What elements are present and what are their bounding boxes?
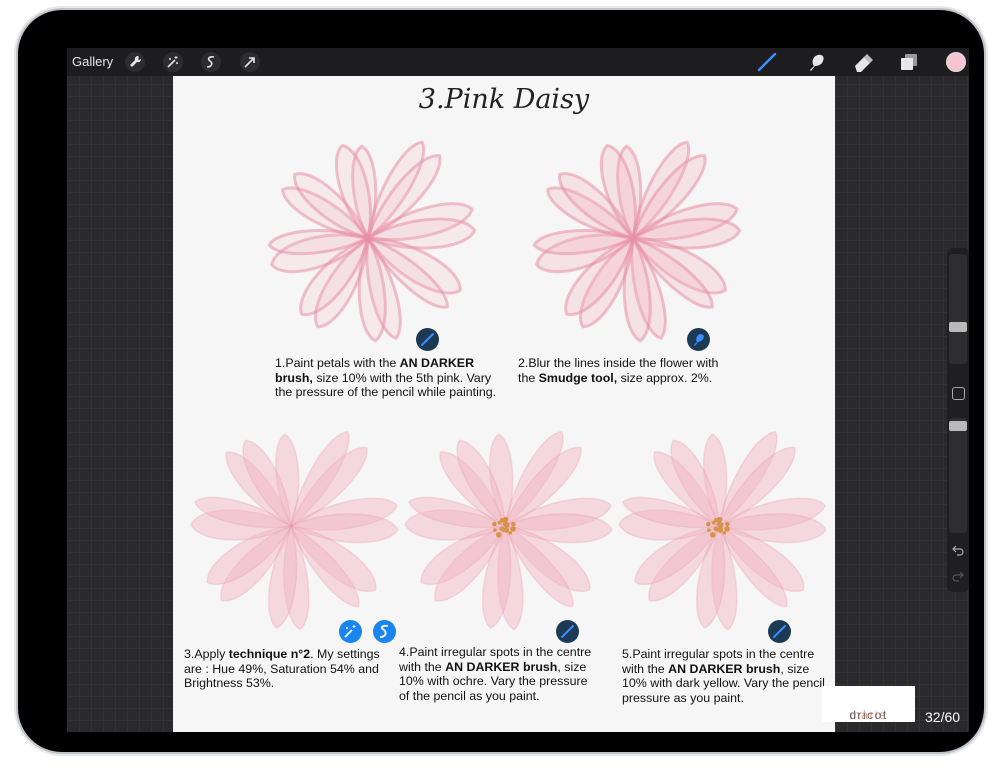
page-title: 3.Pink Daisy [418,84,590,115]
transform-arrow-icon[interactable] [240,52,260,72]
step-2-caption: 2.Blur the lines inside the flower with … [518,356,719,385]
selection-s-icon[interactable] [201,52,221,72]
brush-badge-icon [556,620,579,643]
redo-icon[interactable] [952,570,964,582]
opacity-slider[interactable] [949,418,967,533]
layers-icon[interactable] [897,51,921,73]
daisy-step-1 [267,140,477,343]
brand-logo: marie dricot [822,686,915,722]
selection-badge-icon [373,620,396,643]
brush-badge-icon [768,620,791,643]
gallery-button[interactable]: Gallery [72,54,113,69]
canvas-page[interactable]: 3.Pink Daisy 1.Paint petals with the AN … [173,76,835,732]
tablet-device: Gallery 3.Pink Daisy 1.Paint petals with… [18,10,984,752]
modify-button[interactable] [952,387,965,400]
color-picker-swatch[interactable] [946,52,966,72]
step-4-caption: 4.Paint irregular spots in the centre wi… [399,645,592,703]
brush-size-handle[interactable] [949,322,967,332]
top-toolbar: Gallery [67,48,969,76]
brush-badge-icon [416,328,439,351]
procreate-screen: Gallery 3.Pink Daisy 1.Paint petals with… [67,48,969,732]
smudge-badge-icon [687,328,710,351]
brush-size-slider[interactable] [949,254,967,364]
magic-wand-icon[interactable] [163,52,183,72]
smudge-icon[interactable] [804,51,828,73]
brush-icon[interactable] [755,51,779,73]
daisy-step-4 [404,430,613,631]
page-counter: 32/60 [925,709,961,725]
step-5-caption: 5.Paint irregular spots in the centre wi… [622,647,825,705]
eraser-icon[interactable] [851,51,875,73]
step-1-caption: 1.Paint petals with the AN DARKER brush, … [275,356,497,399]
undo-icon[interactable] [952,544,964,556]
daisy-step-5 [618,430,827,631]
side-toolbar [947,248,969,592]
wrench-icon[interactable] [125,52,145,72]
daisy-step-2 [532,140,742,343]
step-3-caption: 3.Apply technique n°2. My settings are :… [184,647,380,690]
daisy-step-3 [190,430,399,631]
opacity-handle[interactable] [949,421,967,431]
magic-wand-badge-icon [339,620,362,643]
